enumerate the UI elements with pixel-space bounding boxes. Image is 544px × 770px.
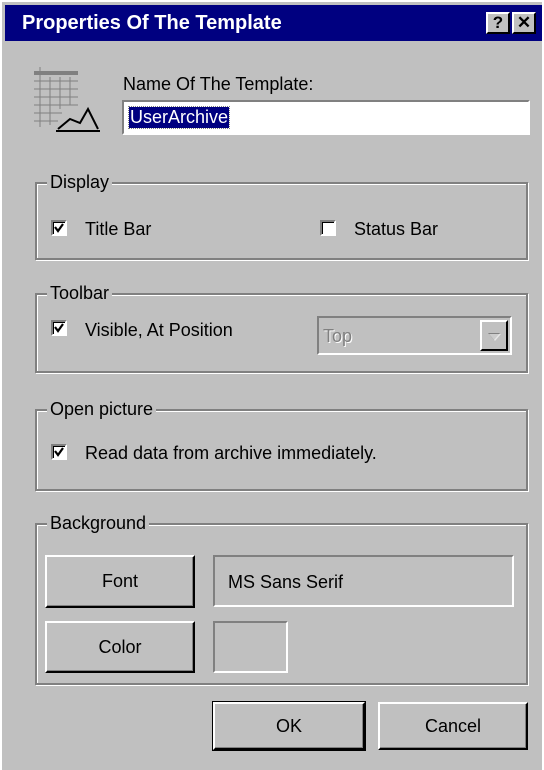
font-value: MS Sans Serif [228, 572, 344, 592]
checkmark-icon [54, 447, 64, 457]
title-bar-checkbox[interactable] [51, 220, 67, 236]
dialog-title: Properties Of The Template [22, 12, 282, 34]
color-button-label: Color [98, 637, 142, 657]
properties-dialog: Properties Of The Template ? ✕ Name Of T… [0, 0, 542, 770]
color-button[interactable]: Color [45, 621, 195, 673]
dropdown-button[interactable] [480, 320, 508, 351]
status-bar-checkbox[interactable] [320, 220, 336, 236]
close-button[interactable]: ✕ [512, 12, 536, 34]
title-bar: Properties Of The Template ? ✕ [5, 5, 542, 41]
display-legend: Display [47, 171, 113, 193]
font-button-label: Font [101, 571, 139, 591]
font-display: MS Sans Serif [213, 555, 514, 607]
close-icon: ✕ [516, 13, 532, 32]
toolbar-position-value: Top [323, 326, 353, 346]
ok-button[interactable]: OK [212, 701, 366, 751]
title-bar-label: Title Bar [85, 219, 152, 239]
color-swatch [213, 621, 288, 673]
template-name-field[interactable]: UserArchive [122, 100, 530, 135]
status-bar-label: Status Bar [354, 219, 439, 239]
toolbar-position-select[interactable]: Top [317, 316, 512, 355]
cancel-button[interactable]: Cancel [378, 702, 528, 750]
checkmark-icon [54, 323, 64, 333]
template-name-value: UserArchive [127, 106, 231, 129]
chevron-down-icon [488, 333, 501, 341]
template-name-label: Name Of The Template: [123, 74, 314, 94]
ok-label: OK [275, 716, 302, 736]
toolbar-legend: Toolbar [47, 282, 113, 304]
open-picture-legend: Open picture [47, 398, 157, 420]
cancel-label: Cancel [424, 716, 482, 736]
help-button[interactable]: ? [486, 12, 510, 34]
background-legend: Background [47, 512, 150, 534]
checkmark-icon [54, 223, 64, 233]
font-button[interactable]: Font [45, 555, 195, 608]
toolbar-visible-checkbox[interactable] [51, 320, 67, 336]
help-icon: ? [492, 13, 504, 32]
read-data-checkbox[interactable] [51, 444, 67, 460]
table-chart-icon [32, 67, 102, 137]
read-data-label: Read data from archive immediately. [85, 443, 377, 463]
toolbar-visible-label: Visible, At Position [85, 320, 233, 340]
